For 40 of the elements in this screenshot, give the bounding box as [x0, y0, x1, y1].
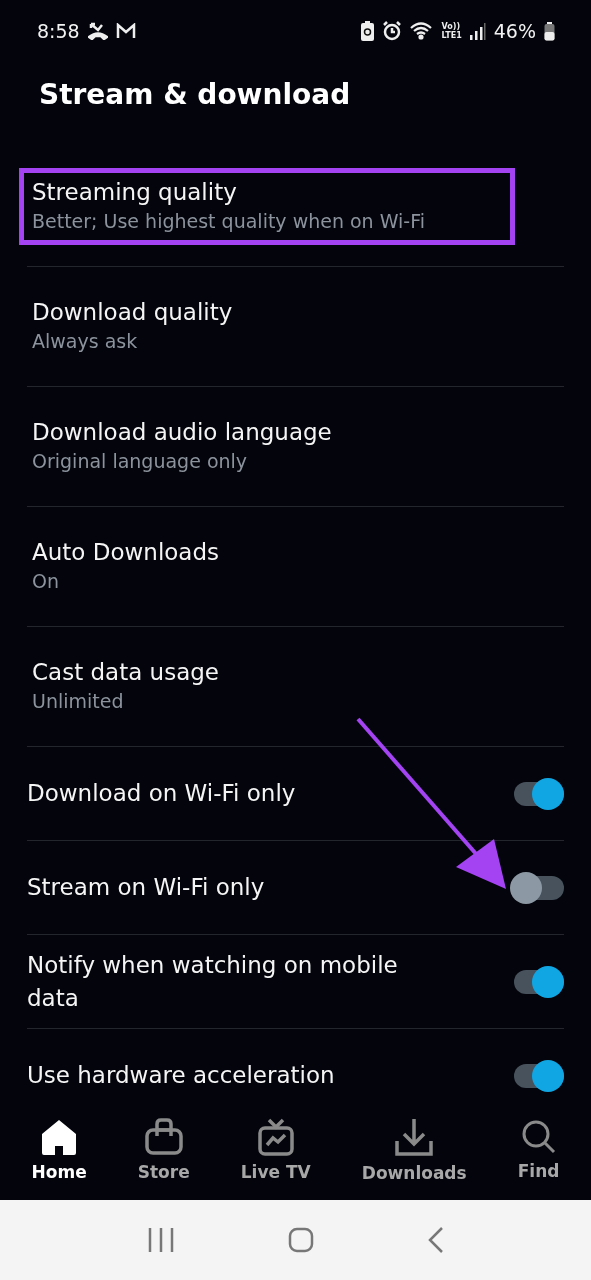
setting-value: Always ask: [32, 330, 139, 352]
setting-value: Better; Use highest quality when on Wi-Fi: [32, 210, 427, 232]
setting-title: Stream on Wi-Fi only: [27, 873, 265, 902]
setting-title: Download quality: [32, 299, 234, 325]
setting-title: Download audio language: [32, 419, 333, 445]
wifi-icon: [409, 21, 434, 41]
setting-title: Use hardware acceleration: [27, 1061, 335, 1090]
settings-item[interactable]: Cast data usage Unlimited: [19, 648, 515, 725]
setting-title: Cast data usage: [32, 659, 220, 685]
settings-item[interactable]: Download quality Always ask: [19, 288, 515, 365]
nav-tab[interactable]: Find: [517, 1119, 560, 1181]
battery-icon: [544, 21, 555, 41]
download-icon: [394, 1117, 435, 1157]
clock-time: 8:58: [37, 20, 80, 42]
setting-title: Streaming quality: [32, 179, 238, 205]
mail-icon: [115, 23, 136, 39]
network-type-label: Vo)) LTE1: [441, 22, 462, 40]
settings-item[interactable]: Streaming quality Better; Use highest quality when on Wi-Fi: [19, 168, 515, 245]
search-icon: [520, 1119, 557, 1155]
setting-value: Unlimited: [32, 690, 125, 712]
battery-saver-icon: [360, 21, 374, 41]
settings-item[interactable]: Auto Downloads On: [19, 528, 515, 605]
battery-percentage: 46%: [493, 20, 536, 42]
nav-tab[interactable]: Live TV: [240, 1118, 311, 1182]
tv-icon: [257, 1118, 294, 1156]
nav-tab[interactable]: Home: [31, 1118, 87, 1182]
shopping-bag-icon: [143, 1118, 184, 1156]
setting-value: On: [32, 570, 60, 592]
nav-tab[interactable]: Store: [137, 1118, 190, 1182]
alarm-icon: [381, 21, 402, 41]
page-title: Stream & download: [39, 78, 351, 111]
settings-item[interactable]: Download audio language Original language only: [19, 408, 515, 485]
missed-call-icon: [87, 22, 108, 40]
setting-value: Original language only: [32, 450, 249, 472]
toggle-switch[interactable]: [510, 871, 564, 904]
signal-icon: [469, 22, 486, 40]
setting-title: Auto Downloads: [32, 539, 221, 565]
setting-title: Download on Wi-Fi only: [27, 779, 296, 808]
nav-tab[interactable]: Downloads: [361, 1117, 467, 1183]
setting-title: Notify when watching on mobile data: [27, 950, 399, 1013]
